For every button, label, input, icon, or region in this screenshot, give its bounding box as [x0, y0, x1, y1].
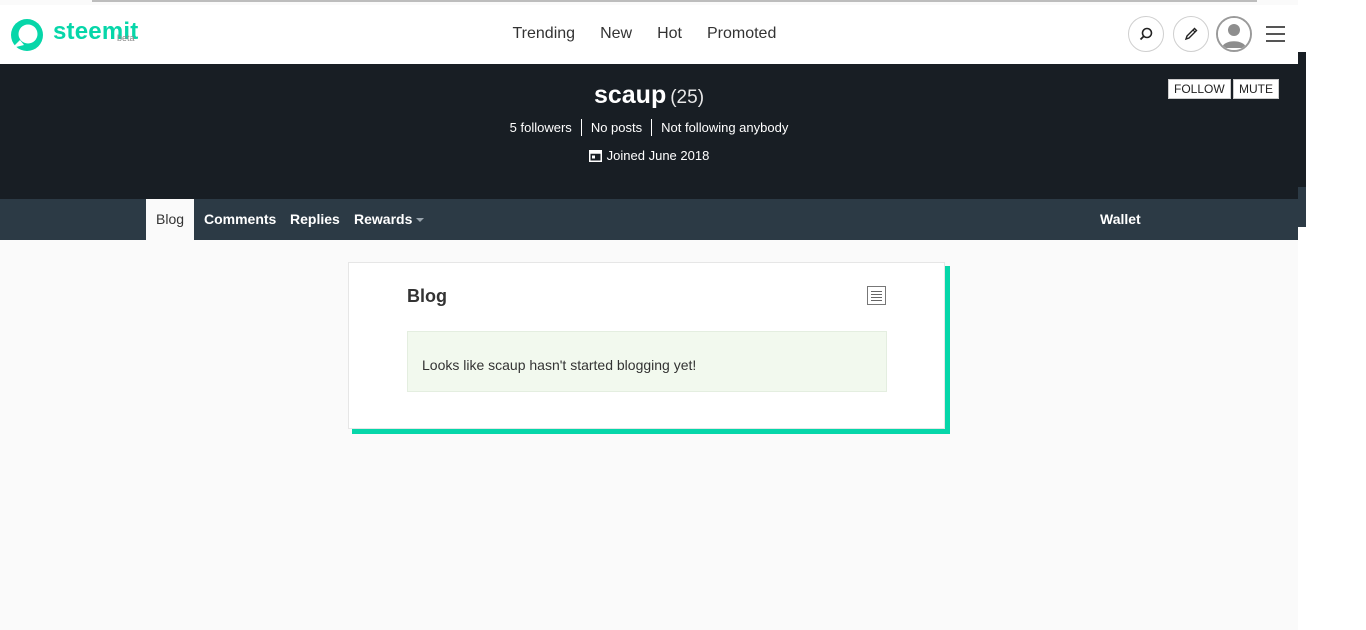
posts-count: No posts [580, 119, 651, 136]
pencil-icon [1184, 27, 1198, 41]
calendar-icon [588, 150, 602, 162]
profile-name-line: scaup (25) [0, 81, 1298, 110]
follow-button[interactable]: FOLLOW [1168, 79, 1231, 99]
profile-tabs: Blog Comments Replies Rewards Wallet [0, 199, 1298, 240]
reputation-score: (25) [670, 87, 705, 108]
blog-card: Blog Looks like scaup hasn't started blo… [348, 262, 945, 429]
user-avatar-icon [1218, 18, 1250, 50]
profile-name: scaup [593, 81, 667, 109]
joined-date: Joined June 2018 [0, 148, 1298, 163]
browser-scroll-strip [92, 0, 1257, 2]
blog-title: Blog [407, 286, 447, 306]
tab-blog[interactable]: Blog [146, 199, 195, 240]
tab-rewards-label: Rewards [354, 211, 413, 227]
nav-new[interactable]: New [600, 25, 632, 43]
header-actions [1128, 16, 1285, 52]
empty-blog-message: Looks like scaup hasn't started blogging… [407, 331, 887, 392]
profile-banner: scaup (25) 5 followers No posts Not follo… [0, 64, 1298, 199]
search-button[interactable] [1128, 16, 1164, 52]
profile-stats: 5 followers No posts Not following anybo… [0, 119, 1298, 136]
user-avatar[interactable] [1216, 16, 1252, 52]
tab-replies[interactable]: Replies [290, 199, 340, 240]
site-header: steemit beta Trending New Hot Promoted [0, 5, 1298, 64]
hamburger-menu-icon[interactable] [1266, 26, 1285, 42]
submit-post-button[interactable] [1173, 16, 1209, 52]
tab-rewards[interactable]: Rewards [354, 199, 425, 240]
tab-comments[interactable]: Comments [204, 199, 276, 240]
nav-promoted[interactable]: Promoted [707, 25, 776, 43]
nav-hot[interactable]: Hot [657, 25, 682, 43]
nav-trending[interactable]: Trending [513, 25, 576, 43]
followers-count[interactable]: 5 followers [501, 119, 581, 136]
main-nav: Trending New Hot Promoted [500, 25, 789, 43]
search-icon [1139, 27, 1153, 41]
steemit-logo-icon [11, 19, 43, 51]
logo-beta-label: beta [117, 33, 135, 43]
mute-button[interactable]: MUTE [1233, 79, 1279, 99]
caret-down-icon [416, 218, 425, 223]
following-count[interactable]: Not following anybody [651, 119, 797, 136]
banner-edge-dark [1298, 52, 1306, 187]
tab-wallet[interactable]: Wallet [1100, 199, 1141, 240]
joined-label: Joined June 2018 [606, 148, 710, 163]
layout-toggle-icon[interactable] [867, 286, 886, 305]
